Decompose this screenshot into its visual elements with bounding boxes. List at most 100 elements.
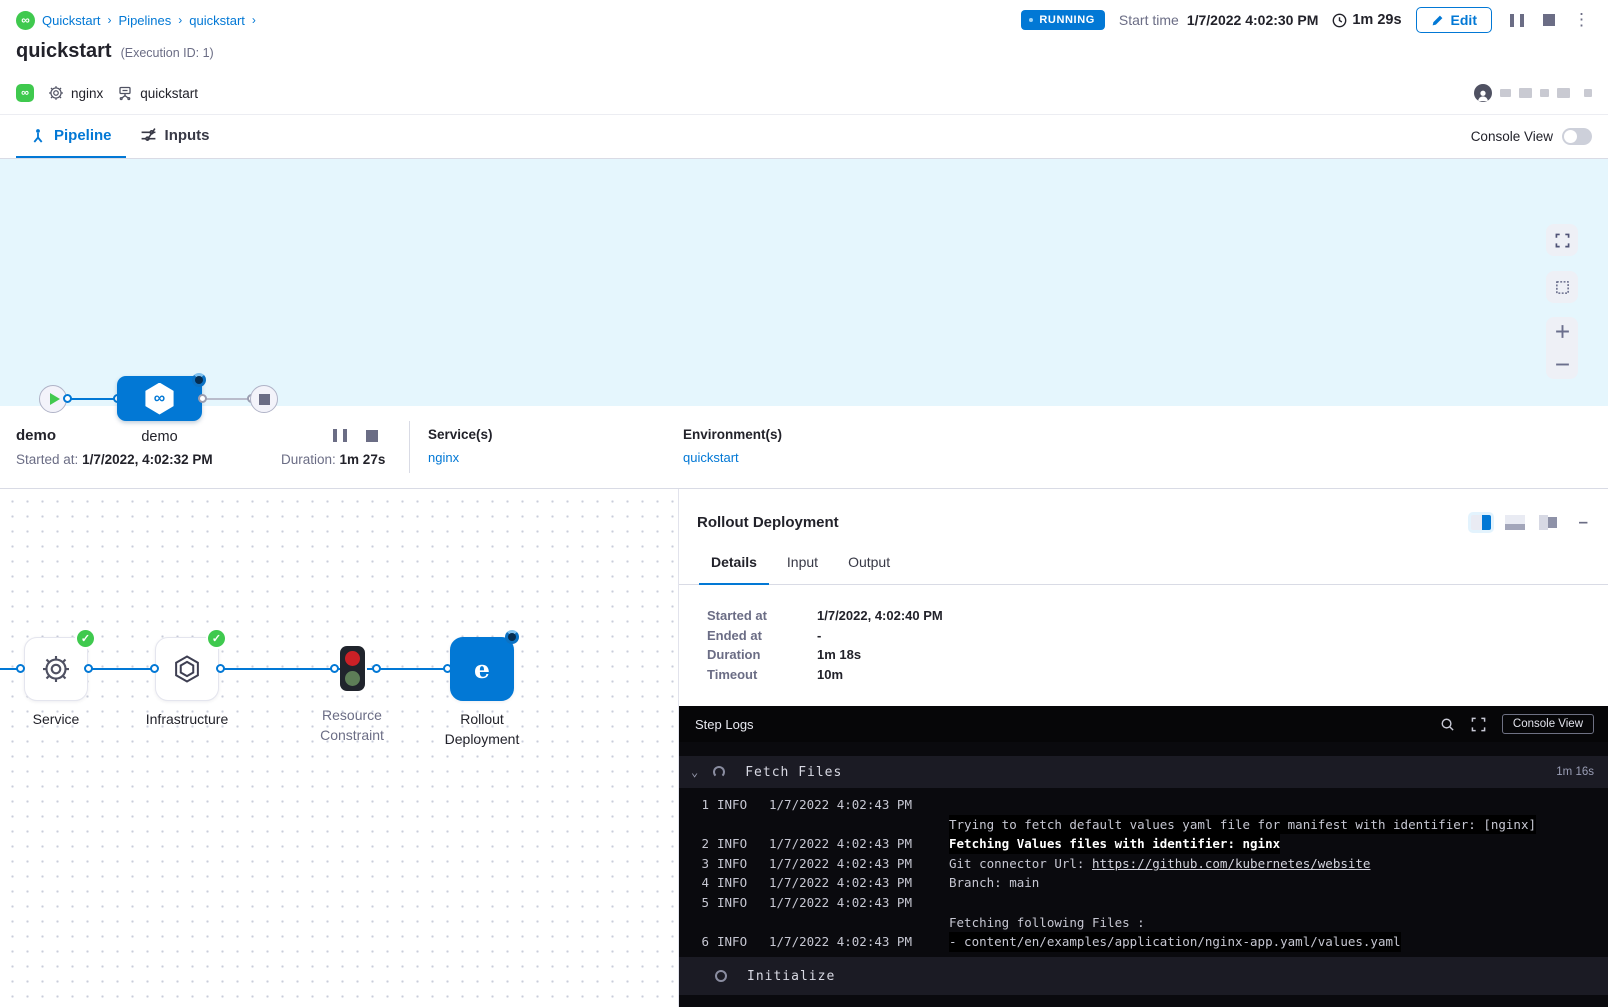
- layout-split-right-button[interactable]: [1471, 515, 1491, 530]
- stop-stage-button[interactable]: [364, 427, 380, 444]
- breadcrumb-quickstart[interactable]: Quickstart: [42, 13, 101, 28]
- step-node-infrastructure[interactable]: [155, 637, 219, 701]
- log-body[interactable]: 1 INFO 1/7/2022 4:02:43 PM Trying to fet…: [679, 788, 1608, 957]
- tab-inputs[interactable]: Inputs: [126, 115, 224, 158]
- log-level: INFO: [717, 834, 761, 854]
- service-link[interactable]: nginx: [428, 450, 459, 465]
- expand-logs-icon[interactable]: [1471, 717, 1486, 732]
- log-timestamp: 1/7/2022 4:02:43 PM: [769, 893, 941, 913]
- stage-node-demo[interactable]: ∞: [117, 376, 202, 421]
- log-timestamp: 1/7/2022 4:02:43 PM: [769, 854, 941, 874]
- detail-label: Ended at: [707, 626, 817, 646]
- console-view-toggle[interactable]: [1562, 128, 1592, 145]
- start-time-label: Start time: [1119, 12, 1179, 28]
- chevron-down-icon[interactable]: ⌄: [691, 765, 699, 779]
- console-view-button[interactable]: Console View: [1502, 714, 1594, 734]
- title-row: quickstart (Execution ID: 1): [0, 40, 1608, 72]
- breadcrumb-separator: ›: [178, 13, 182, 27]
- panel-tabs: Details Input Output: [679, 541, 1608, 585]
- tab-input[interactable]: Input: [775, 541, 830, 585]
- pause-stage-button[interactable]: [329, 427, 350, 444]
- status-dot-icon: [1029, 18, 1033, 22]
- breadcrumb-separator: ›: [252, 13, 256, 27]
- more-options-button[interactable]: ⋮: [1571, 13, 1592, 27]
- play-icon: [50, 393, 60, 405]
- detail-value: 1/7/2022, 4:02:40 PM: [817, 606, 943, 626]
- stop-execution-button[interactable]: [1541, 12, 1557, 28]
- pencil-icon: [1431, 14, 1444, 27]
- log-level: INFO: [717, 893, 761, 913]
- tab-pipeline[interactable]: Pipeline: [16, 115, 126, 158]
- layout-right-panel-button[interactable]: [1539, 515, 1559, 530]
- pending-circle-icon: [715, 970, 727, 982]
- zoom-out-button[interactable]: [1554, 356, 1571, 373]
- environment-chip[interactable]: quickstart: [117, 85, 198, 101]
- person-icon: [1476, 88, 1490, 102]
- zoom-in-button[interactable]: [1554, 323, 1571, 340]
- log-section-duration: 1m 16s: [1556, 766, 1594, 778]
- log-link[interactable]: https://github.com/kubernetes/website: [1092, 856, 1370, 871]
- port: [198, 394, 207, 403]
- page-title: quickstart: [16, 40, 112, 63]
- tab-details[interactable]: Details: [699, 541, 769, 585]
- label-line: Constraint: [320, 727, 384, 743]
- step-label-service: Service: [8, 709, 104, 729]
- log-line: 5 INFO 1/7/2022 4:02:43 PM: [679, 893, 1608, 913]
- layout-bottom-button[interactable]: [1505, 515, 1525, 530]
- selection-mode-button[interactable]: [1546, 271, 1578, 303]
- log-section-initialize[interactable]: Initialize: [679, 957, 1608, 995]
- elapsed-value: 1m 29s: [1352, 12, 1401, 28]
- tab-output[interactable]: Output: [836, 541, 902, 585]
- log-message: Trying to fetch default values yaml file…: [949, 815, 1536, 835]
- port: [150, 664, 159, 673]
- log-line: Trying to fetch default values yaml file…: [679, 815, 1608, 835]
- fullscreen-canvas-button[interactable]: [1546, 224, 1578, 256]
- marquee-select-icon: [1555, 280, 1570, 295]
- harness-logo-icon: ∞: [16, 11, 35, 30]
- log-line: 3 INFO 1/7/2022 4:02:43 PM Git connector…: [679, 854, 1608, 874]
- step-label-resource-constraint: Resource Constraint: [302, 705, 402, 745]
- port: [16, 664, 25, 673]
- search-icon[interactable]: [1440, 717, 1455, 732]
- step-graph-canvas[interactable]: ✓ ✓ e Service Infrastructure Resource Co…: [0, 489, 678, 1007]
- stage-summary-bar: demo Started at: 1/7/2022, 4:02:32 PM Du…: [0, 406, 1608, 489]
- pause-execution-button[interactable]: [1506, 12, 1527, 29]
- step-node-resource-constraint[interactable]: [340, 646, 365, 691]
- redacted-username: [1519, 88, 1532, 98]
- step-logs-console: Step Logs Console View ⌄ Fetch Files 1m …: [679, 706, 1608, 1007]
- log-line-number: 3: [691, 854, 709, 874]
- edge-demo-to-end: [202, 398, 252, 400]
- traffic-light-red-icon: [345, 651, 360, 666]
- port: [84, 664, 93, 673]
- log-level: INFO: [717, 932, 761, 952]
- label-line: Deployment: [445, 731, 520, 747]
- execution-id: (Execution ID: 1): [121, 46, 214, 60]
- log-message: [949, 893, 1608, 913]
- stage-graph-canvas[interactable]: ∞ demo: [0, 159, 1608, 406]
- redacted-username: [1500, 89, 1511, 97]
- edit-button[interactable]: Edit: [1416, 7, 1492, 33]
- step-node-rollout-deployment[interactable]: e: [450, 637, 514, 701]
- environment-link[interactable]: quickstart: [683, 450, 739, 465]
- step-node-service[interactable]: [24, 637, 88, 701]
- log-message: Git connector Url:: [949, 856, 1092, 871]
- summary-duration-value: 1m 27s: [340, 452, 386, 467]
- services-label: Service(s): [428, 427, 683, 442]
- detail-label: Timeout: [707, 665, 817, 685]
- summary-duration-label: Duration:: [281, 452, 336, 467]
- label-line: Rollout: [460, 711, 504, 727]
- breadcrumb-pipelines[interactable]: Pipelines: [119, 13, 172, 28]
- log-level: INFO: [717, 873, 761, 893]
- log-message: Branch: main: [949, 873, 1608, 893]
- minimize-panel-button[interactable]: –: [1579, 512, 1588, 532]
- log-section-fetch-files[interactable]: ⌄ Fetch Files 1m 16s: [679, 756, 1608, 788]
- running-spinner-icon: [505, 630, 519, 644]
- pipeline-icon: [30, 128, 46, 144]
- end-node[interactable]: [250, 385, 278, 413]
- user-avatar: [1474, 84, 1492, 102]
- log-message: - content/en/examples/application/nginx-…: [949, 932, 1401, 952]
- service-chip[interactable]: nginx: [48, 85, 103, 101]
- running-spinner-icon: [192, 373, 206, 387]
- environment-icon: [117, 85, 133, 101]
- breadcrumb-pipeline-name[interactable]: quickstart: [189, 13, 245, 28]
